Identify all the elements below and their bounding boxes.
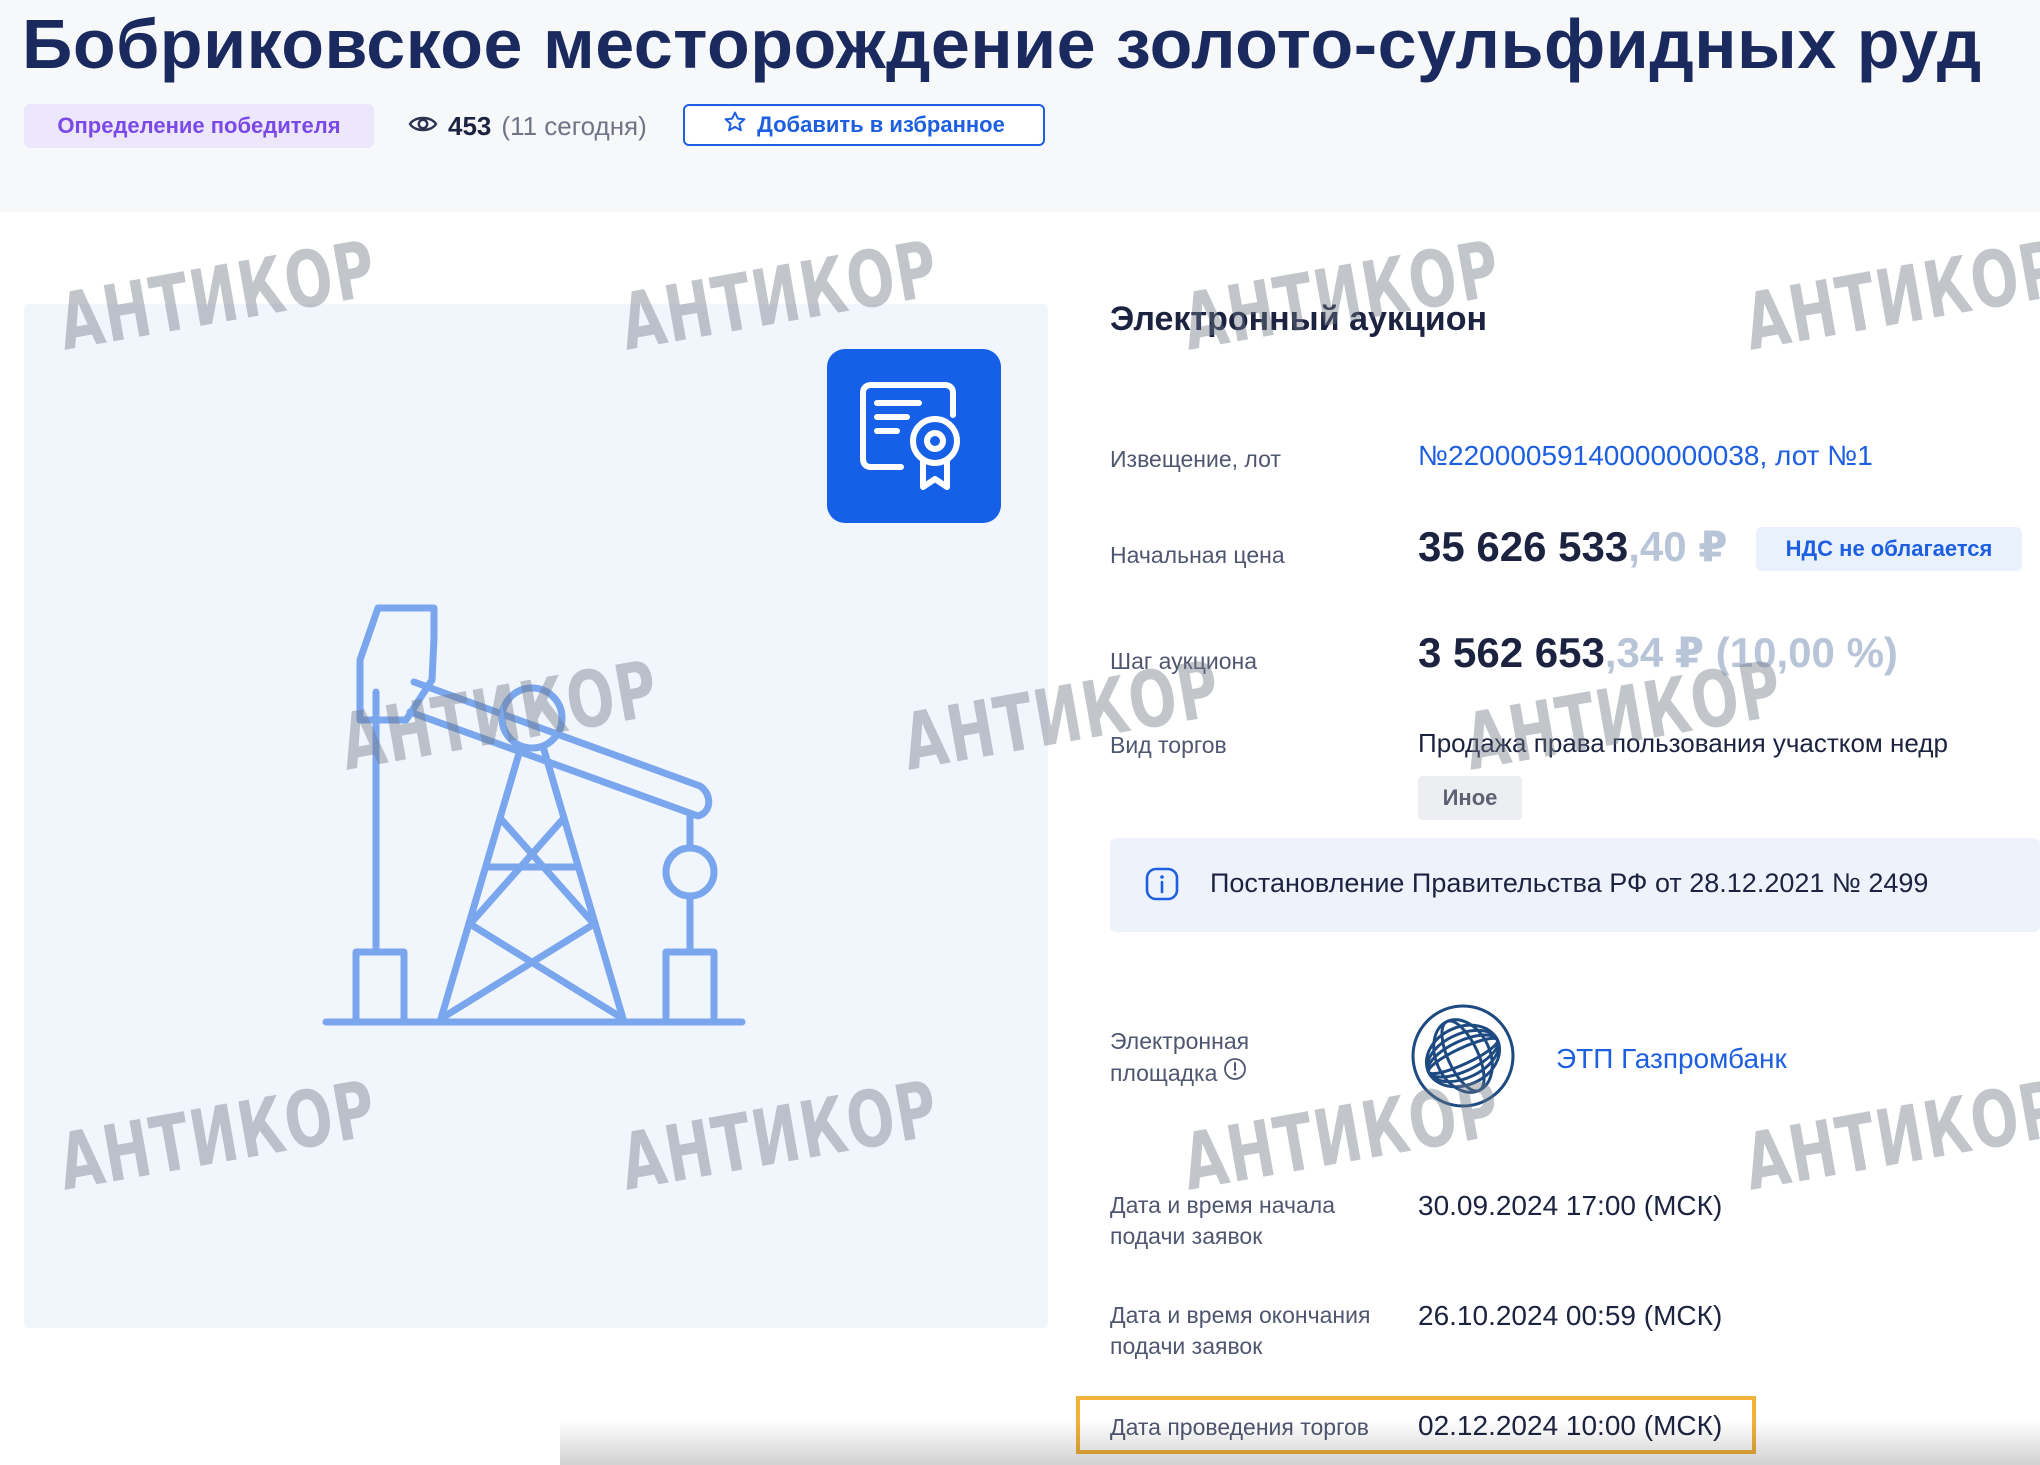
views-today: (11 сегодня) xyxy=(501,110,647,141)
vat-badge: НДС не облагается xyxy=(1756,527,2022,571)
platform-label-line2-row: площадка xyxy=(1110,1057,1249,1089)
info-icon[interactable] xyxy=(1223,1057,1247,1089)
add-to-favorites-button[interactable]: Добавить в избранное xyxy=(683,104,1045,146)
auction-step-label: Шаг аукциона xyxy=(1110,648,1258,674)
regulation-notice: Постановление Правительства РФ от 28.12.… xyxy=(1110,838,2040,932)
auction-date-label: Дата проведения торгов xyxy=(1110,1414,1369,1440)
eye-icon xyxy=(408,111,438,142)
trade-type-label: Вид торгов xyxy=(1110,732,1227,758)
app-end-label-line1: Дата и время окончания xyxy=(1110,1302,1371,1328)
app-start-value: 30.09.2024 17:00 (МСК) xyxy=(1418,1190,1723,1221)
app-start-label-line1: Дата и время начала xyxy=(1110,1192,1335,1218)
app-end-label-line2: подачи заявок xyxy=(1110,1333,1263,1359)
watermark: АНТИКОР xyxy=(1738,1064,2040,1209)
watermark: АНТИКОР xyxy=(1738,224,2040,369)
platform-label-line1: Электронная xyxy=(1110,1028,1250,1054)
platform-label-line2: площадка xyxy=(1110,1059,1218,1086)
trade-type-value: Продажа права пользования участком недр xyxy=(1418,728,1948,758)
notice-number-link[interactable]: №22000059140000000038, лот №1 xyxy=(1418,440,1873,472)
auction-step-fraction: ,34 ₽ (10,00 %) xyxy=(1604,629,1898,676)
watermark: АНТИКОР xyxy=(1176,224,1508,369)
auction-step-value: 3 562 653,34 ₽ (10,00 %) xyxy=(1418,628,1898,677)
notice-label: Извещение, лот xyxy=(1110,446,1281,472)
certificate-icon xyxy=(827,349,1001,523)
pumpjack-icon xyxy=(314,590,754,1035)
app-start-label-line2: подачи заявок xyxy=(1110,1223,1263,1249)
app-end-label: Дата и время окончания подачи заявок xyxy=(1110,1300,1370,1362)
page-title: Бобриковское месторождение золото-сульфи… xyxy=(22,5,1982,83)
gazprombank-logo xyxy=(1410,1003,1516,1109)
trade-type-tag: Иное xyxy=(1418,776,1522,820)
auction-step-main: 3 562 653 xyxy=(1418,629,1605,676)
views-count: 453 xyxy=(448,110,492,141)
auction-date-value: 02.12.2024 10:00 (МСК) xyxy=(1418,1410,1723,1441)
star-icon xyxy=(723,110,747,140)
regulation-notice-text: Постановление Правительства РФ от 28.12.… xyxy=(1210,868,1929,898)
start-price-label: Начальная цена xyxy=(1110,542,1285,568)
start-price-value: 35 626 533,40 ₽ xyxy=(1418,522,1728,571)
platform-label: Электронная площадка xyxy=(1110,1026,1249,1089)
info-icon xyxy=(1144,866,1180,907)
app-start-label: Дата и время начала подачи заявок xyxy=(1110,1190,1335,1252)
start-price-main: 35 626 533 xyxy=(1418,523,1629,570)
platform-link[interactable]: ЭТП Газпромбанк xyxy=(1556,1043,1787,1075)
status-badge: Определение победителя xyxy=(24,104,374,148)
start-price-fraction: ,40 ₽ xyxy=(1628,523,1728,570)
views-counter: 453 (11 сегодня) xyxy=(408,106,647,146)
add-to-favorites-label: Добавить в избранное xyxy=(757,112,1005,137)
auction-type-title: Электронный аукцион xyxy=(1110,300,1488,338)
app-end-value: 26.10.2024 00:59 (МСК) xyxy=(1418,1300,1723,1331)
